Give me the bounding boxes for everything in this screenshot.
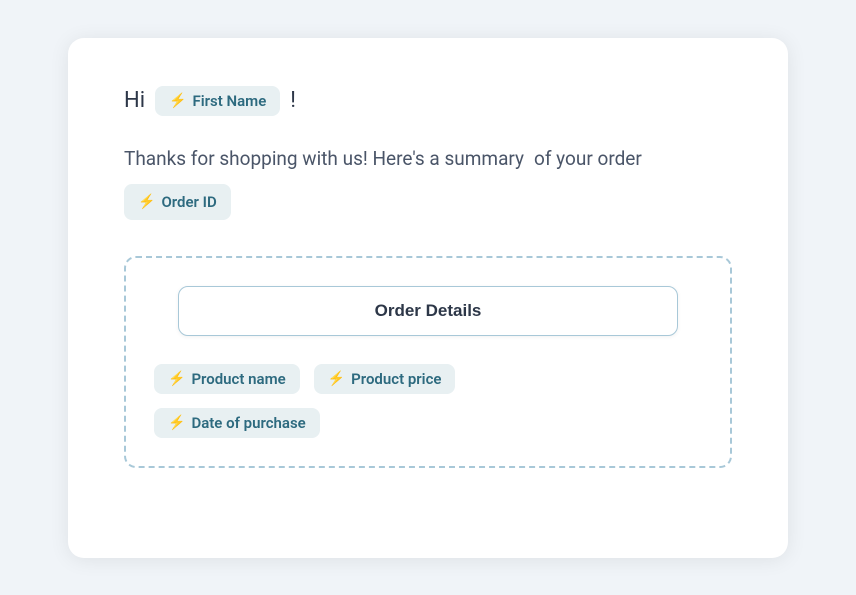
description-text2: of your order xyxy=(534,144,642,174)
product-name-label: Product name xyxy=(191,370,285,388)
date-of-purchase-tag[interactable]: ⚡ Date of purchase xyxy=(154,408,320,438)
description-text1: Thanks for shopping with us! Here's a su… xyxy=(124,144,524,174)
first-name-tag[interactable]: ⚡ First Name xyxy=(155,86,280,116)
bolt-icon-firstname: ⚡ xyxy=(169,93,186,109)
bolt-icon-date: ⚡ xyxy=(168,415,185,431)
date-of-purchase-label: Date of purchase xyxy=(191,414,305,432)
order-details-button[interactable]: Order Details xyxy=(178,286,678,336)
greeting-line: Hi ⚡ First Name ! xyxy=(124,86,732,116)
first-name-label: First Name xyxy=(192,92,266,110)
bolt-icon-productname: ⚡ xyxy=(168,371,185,387)
fields-row-1: ⚡ Product name ⚡ Product price xyxy=(154,364,702,394)
bolt-icon-orderid: ⚡ xyxy=(138,191,155,213)
email-preview-card: Hi ⚡ First Name ! Thanks for shopping wi… xyxy=(68,38,788,558)
fields-row-2: ⚡ Date of purchase xyxy=(154,408,702,438)
order-id-tag[interactable]: ⚡ Order ID xyxy=(124,184,231,220)
product-price-label: Product price xyxy=(351,370,441,388)
hi-text: Hi xyxy=(124,88,145,113)
product-name-tag[interactable]: ⚡ Product name xyxy=(154,364,300,394)
bolt-icon-productprice: ⚡ xyxy=(328,371,345,387)
description-block: Thanks for shopping with us! Here's a su… xyxy=(124,144,732,220)
exclamation-text: ! xyxy=(290,88,296,113)
order-details-container: Order Details ⚡ Product name ⚡ Product p… xyxy=(124,256,732,468)
product-price-tag[interactable]: ⚡ Product price xyxy=(314,364,456,394)
order-id-label: Order ID xyxy=(161,190,216,214)
